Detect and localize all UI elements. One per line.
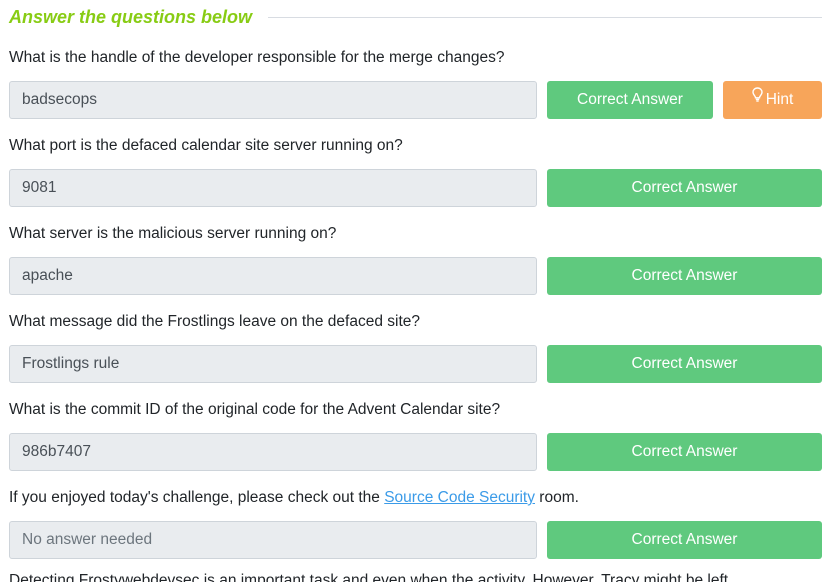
question-block: What port is the defaced calendar site s… [9,135,822,207]
answer-row: 9081 Correct Answer [9,169,822,207]
question-block: What message did the Frostlings leave on… [9,311,822,383]
question-text: If you enjoyed today's challenge, please… [9,487,822,509]
source-code-security-link[interactable]: Source Code Security [384,489,535,506]
question-text-before: If you enjoyed today's challenge, please… [9,489,385,506]
question-text: What port is the defaced calendar site s… [9,137,403,154]
correct-answer-button[interactable]: Correct Answer [547,345,822,383]
hint-button[interactable]: Hint [723,81,822,119]
question-block: What is the commit ID of the original co… [9,399,822,471]
answer-row: Frostlings rule Correct Answer [9,345,822,383]
answer-input[interactable]: badsecops [9,81,537,119]
correct-answer-button[interactable]: Correct Answer [547,433,822,471]
question-text: What server is the malicious server runn… [9,225,337,242]
answer-input[interactable]: No answer needed [9,521,537,559]
section-title: Answer the questions below [9,6,253,27]
correct-answer-button[interactable]: Correct Answer [547,81,713,119]
answer-row: 986b7407 Correct Answer [9,433,822,471]
answer-row: No answer needed Correct Answer [9,521,822,559]
correct-answer-button[interactable]: Correct Answer [547,521,822,559]
question-text-partial: Detecting Frostywebdevsec is an importan… [9,572,741,582]
section-header: Answer the questions below [9,0,822,34]
question-text-after: room. [535,489,579,506]
correct-answer-button[interactable]: Correct Answer [547,169,822,207]
correct-answer-button[interactable]: Correct Answer [547,257,822,295]
question-text: What is the handle of the developer resp… [9,49,505,66]
question-block: What server is the malicious server runn… [9,223,822,295]
answer-input[interactable]: 9081 [9,169,537,207]
question-block: If you enjoyed today's challenge, please… [9,487,822,559]
answer-input[interactable]: 986b7407 [9,433,537,471]
question-text: What is the commit ID of the original co… [9,401,501,418]
answer-input[interactable]: Frostlings rule [9,345,537,383]
section-divider [268,16,822,18]
answer-row: badsecops Correct Answer Hint [9,81,822,119]
hint-label: Hint [765,91,794,108]
question-block: What is the handle of the developer resp… [9,47,822,119]
answer-row: apache Correct Answer [9,257,822,295]
answer-input[interactable]: apache [9,257,537,295]
task-answers-panel: Answer the questions below What is the h… [0,0,828,582]
question-text: What message did the Frostlings leave on… [9,313,420,330]
lightbulb-icon [752,79,763,117]
